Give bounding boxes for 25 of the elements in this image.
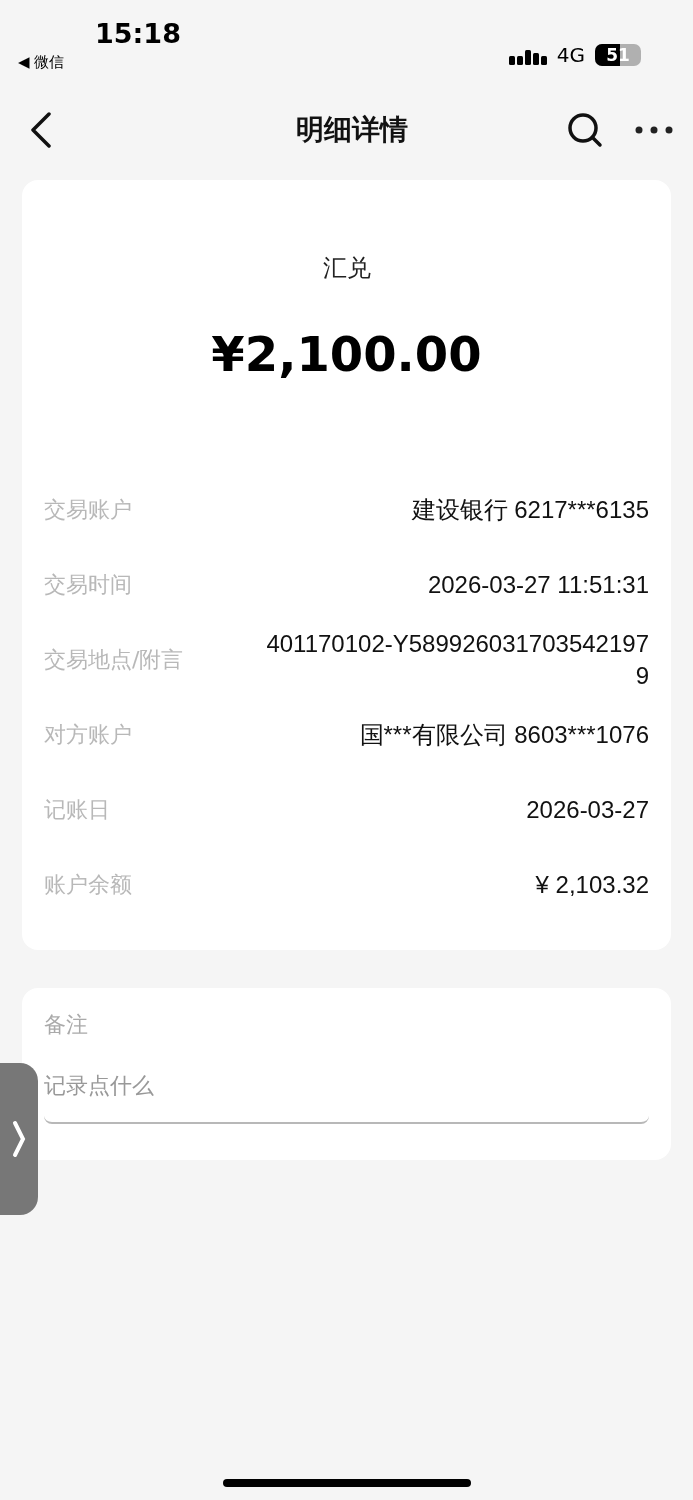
detail-value: 401170102-Y5899260317035421979 (265, 628, 649, 691)
back-to-app-link[interactable]: ◀ 微信 (18, 53, 181, 72)
note-input-field[interactable]: 记录点什么 (44, 1048, 649, 1124)
page-title: 明细详情 (295, 112, 408, 148)
detail-label: 账户余额 (44, 870, 132, 899)
search-icon[interactable] (567, 112, 603, 148)
detail-label: 交易账户 (44, 495, 132, 524)
note-input[interactable]: 记录点什么 (44, 1072, 649, 1098)
detail-value: 2026-03-27 11:51:31 (427, 569, 649, 600)
detail-label: 记账日 (44, 795, 110, 824)
detail-value: 2026-03-27 (526, 794, 649, 825)
detail-label: 交易时间 (44, 570, 132, 599)
transaction-type: 汇兑 (321, 253, 372, 284)
note-label: 备注 (44, 1011, 89, 1039)
transaction-amount: ¥2,100.00 (210, 326, 483, 382)
status-time: 15:18 (95, 18, 181, 49)
detail-value: 国***有限公司 8603***1076 (359, 719, 649, 750)
detail-value: 建设银行 6217***6135 (411, 494, 649, 525)
side-drawer-handle[interactable] (0, 1063, 38, 1215)
detail-label: 交易地点/附言 (44, 645, 184, 674)
back-icon[interactable] (30, 112, 52, 148)
detail-label: 对方账户 (44, 720, 132, 749)
more-icon[interactable] (635, 126, 673, 134)
network-type: 4G (556, 43, 585, 67)
detail-value: ¥ 2,103.32 (535, 869, 649, 900)
